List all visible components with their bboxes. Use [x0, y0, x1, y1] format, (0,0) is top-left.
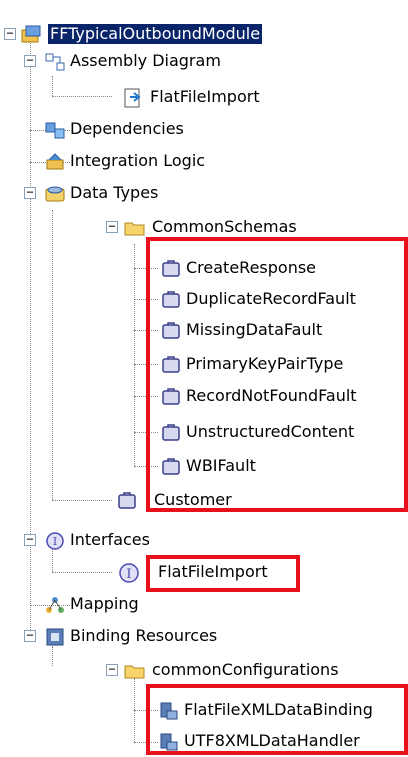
- tree-item-customer[interactable]: Customer: [0, 486, 408, 516]
- tree-item-binding[interactable]: FlatFileXMLDataBinding: [0, 696, 408, 726]
- tree-item-module[interactable]: − FFTypicalOutboundModule: [0, 20, 408, 50]
- data-types-icon: [44, 183, 66, 205]
- collapse-toggle[interactable]: −: [4, 27, 16, 40]
- tree-item-assembly-diagram[interactable]: − Assembly Diagram: [0, 47, 408, 77]
- svg-text:I: I: [126, 567, 131, 582]
- assembly-diagram-icon: [44, 51, 66, 73]
- tree-item-business-object[interactable]: RecordNotFoundFault: [0, 382, 408, 412]
- tree-item-business-object[interactable]: WBIFault: [0, 452, 408, 482]
- tree-item-label: commonConfigurations: [152, 660, 339, 679]
- tree-item-business-object[interactable]: PrimaryKeyPairType: [0, 350, 408, 380]
- svg-text:I: I: [53, 535, 57, 548]
- tree-item-commonconfigurations[interactable]: − commonConfigurations: [0, 656, 408, 686]
- tree-item-label: FlatFileImport: [158, 562, 268, 581]
- business-object-icon: [160, 258, 182, 280]
- tree-item-label: UTF8XMLDataHandler: [184, 731, 360, 750]
- business-object-icon: [116, 490, 138, 512]
- tree-item-label: FlatFileXMLDataBinding: [184, 700, 373, 719]
- folder-icon: [124, 660, 146, 682]
- tree-item-label: DuplicateRecordFault: [186, 289, 356, 308]
- import-icon: [122, 87, 144, 109]
- tree-item-business-object[interactable]: MissingDataFault: [0, 316, 408, 346]
- business-object-icon: [160, 289, 182, 311]
- collapse-toggle[interactable]: −: [24, 186, 36, 199]
- business-object-icon: [160, 422, 182, 444]
- tree-item-label: WBIFault: [186, 456, 256, 475]
- tree-item-label: Data Types: [70, 183, 159, 202]
- folder-icon: [124, 217, 146, 239]
- tree-item-label: UnstructuredContent: [186, 422, 355, 441]
- business-object-icon: [160, 320, 182, 342]
- tree-item-label: CreateResponse: [186, 258, 317, 277]
- tree-item-mapping[interactable]: Mapping: [0, 590, 408, 620]
- business-object-icon: [160, 386, 182, 408]
- tree-item-business-object[interactable]: CreateResponse: [0, 254, 408, 284]
- tree-item-label: Interfaces: [70, 530, 150, 549]
- integration-logic-icon: [44, 151, 66, 173]
- tree-item-label: MissingDataFault: [186, 320, 323, 339]
- tree-item-label: Dependencies: [70, 119, 184, 138]
- binding-icon: [158, 700, 180, 722]
- binding-icon: [44, 626, 66, 648]
- collapse-toggle[interactable]: −: [24, 629, 36, 642]
- tree-item-label: CommonSchemas: [152, 217, 297, 236]
- tree-item-interfaces[interactable]: − I Interfaces: [0, 526, 408, 556]
- tree-item-business-object[interactable]: UnstructuredContent: [0, 418, 408, 448]
- tree-item-integration-logic[interactable]: Integration Logic: [0, 147, 408, 177]
- collapse-toggle[interactable]: −: [106, 220, 118, 233]
- tree-item-label: FlatFileImport: [150, 87, 260, 106]
- tree-item-binding-resources[interactable]: − Binding Resources: [0, 622, 408, 652]
- tree-item-commonschemas[interactable]: − CommonSchemas: [0, 213, 408, 243]
- business-object-icon: [160, 354, 182, 376]
- project-tree: − FFTypicalOutboundModule − Assembly Dia…: [0, 0, 408, 755]
- tree-item-binding[interactable]: UTF8XMLDataHandler: [0, 727, 408, 757]
- tree-item-label: Binding Resources: [70, 626, 218, 645]
- tree-item-dependencies[interactable]: Dependencies: [0, 115, 408, 145]
- tree-item-label: Assembly Diagram: [70, 51, 221, 70]
- mapping-icon: [44, 594, 66, 616]
- tree-item-label: PrimaryKeyPairType: [186, 354, 344, 373]
- tree-item-label: Mapping: [70, 594, 139, 613]
- tree-item-data-types[interactable]: − Data Types: [0, 179, 408, 209]
- module-icon: [20, 24, 42, 46]
- business-object-icon: [160, 456, 182, 478]
- tree-item-flatfileimport-assembly[interactable]: FlatFileImport: [0, 83, 408, 113]
- tree-item-label: Customer: [154, 490, 232, 509]
- interface-icon: I: [118, 562, 140, 584]
- tree-item-flatfileimport-interface[interactable]: I FlatFileImport: [0, 558, 408, 588]
- tree-item-label: Integration Logic: [70, 151, 206, 170]
- tree-item-label: FFTypicalOutboundModule: [46, 23, 264, 45]
- binding-icon: [158, 731, 180, 753]
- tree-item-label: RecordNotFoundFault: [186, 386, 357, 405]
- tree-item-business-object[interactable]: DuplicateRecordFault: [0, 285, 408, 315]
- collapse-toggle[interactable]: −: [24, 54, 36, 67]
- collapse-toggle[interactable]: −: [106, 663, 118, 676]
- interface-icon: I: [44, 530, 66, 552]
- collapse-toggle[interactable]: −: [24, 533, 36, 546]
- dependencies-icon: [44, 119, 66, 141]
